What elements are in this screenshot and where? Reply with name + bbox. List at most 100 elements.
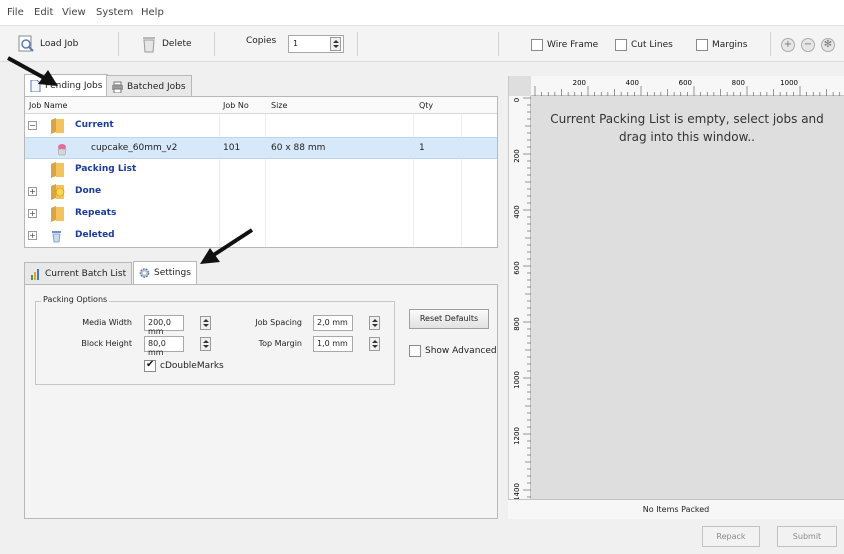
ruler-label: 1000 — [780, 79, 798, 87]
ruler-label: 800 — [513, 317, 521, 330]
table-row[interactable]: Packing List — [25, 159, 497, 181]
tab-batched-jobs[interactable]: Batched Jobs — [106, 75, 192, 97]
vertical-ruler: 0 200 400 600 800 1000 1200 1400 — [509, 96, 531, 519]
tab-label: Settings — [154, 268, 191, 278]
zoom-in-icon[interactable]: + — [781, 38, 795, 52]
group-title: Packing Options — [41, 295, 110, 304]
row-job-name: Packing List — [75, 164, 137, 174]
reset-defaults-button[interactable]: Reset Defaults — [409, 309, 489, 329]
job-spacing-stepper[interactable] — [369, 316, 380, 330]
copies-label: Copies — [246, 36, 277, 46]
top-margin-stepper[interactable] — [369, 337, 380, 351]
double-marks-box[interactable] — [144, 359, 156, 372]
column-header-job-no[interactable]: Job No — [223, 101, 249, 110]
block-height-stepper[interactable] — [200, 337, 211, 351]
toolbar: Load Job Delete Copies 1 Wire Frame Cut … — [0, 26, 844, 62]
packing-options-group: Packing Options Media Width 200,0 mm Blo… — [35, 295, 395, 385]
delete-icon — [143, 37, 155, 53]
row-job-name: cupcake_60mm_v2 — [91, 143, 178, 153]
cut-lines-checkbox[interactable]: Cut Lines — [615, 39, 673, 51]
column-header-size[interactable]: Size — [271, 101, 287, 110]
annotation-arrow-icon — [7, 56, 58, 86]
top-margin-field[interactable]: 1,0 mm — [313, 336, 353, 352]
table-row[interactable]: − Current — [25, 115, 497, 137]
media-width-stepper[interactable] — [200, 316, 211, 330]
block-height-value: 80,0 mm — [148, 339, 166, 357]
zoom-fit-icon[interactable]: ✻ — [821, 38, 835, 52]
repack-button[interactable]: Repack — [702, 526, 760, 547]
toolbar-separator — [770, 32, 771, 56]
empty-packing-message: Current Packing List is empty, select jo… — [550, 112, 824, 144]
show-advanced-checkbox[interactable]: Show Advanced — [409, 345, 497, 357]
smiley-folder-icon — [51, 184, 65, 200]
wire-frame-checkbox[interactable]: Wire Frame — [531, 39, 598, 51]
copies-stepper[interactable] — [330, 37, 341, 51]
folder-icon — [51, 118, 64, 134]
tab-settings[interactable]: Settings — [133, 261, 197, 284]
expand-icon[interactable]: + — [28, 231, 37, 240]
block-height-field[interactable]: 80,0 mm — [144, 336, 184, 357]
wire-frame-label: Wire Frame — [547, 40, 599, 50]
ruler-label: 200 — [573, 79, 586, 87]
collapse-icon[interactable]: − — [28, 121, 37, 130]
ruler-label: 800 — [732, 79, 745, 87]
cut-lines-label: Cut Lines — [631, 40, 673, 50]
menu-edit[interactable]: Edit — [34, 7, 53, 18]
table-row[interactable]: + Deleted — [25, 225, 497, 247]
row-qty: 1 — [419, 143, 425, 153]
load-job-icon — [18, 35, 34, 52]
column-header-qty[interactable]: Qty — [419, 101, 433, 110]
settings-panel: Packing Options Media Width 200,0 mm Blo… — [24, 284, 498, 519]
table-row[interactable]: + Done — [25, 181, 497, 203]
load-job-label: Load Job — [40, 39, 79, 49]
table-header: Job Name Job No Size Qty — [25, 97, 497, 114]
double-marks-checkbox[interactable]: cDoubleMarks — [144, 359, 224, 372]
column-header-job-name[interactable]: Job Name — [29, 101, 67, 110]
menu-view[interactable]: View — [62, 7, 86, 18]
wire-frame-box[interactable] — [531, 39, 543, 51]
row-size: 60 x 88 mm — [271, 143, 326, 153]
row-job-name: Done — [75, 186, 102, 196]
ruler-label: 400 — [513, 205, 521, 218]
expand-icon[interactable]: + — [28, 209, 37, 218]
menu-bar: File Edit View System Help — [0, 0, 844, 26]
show-advanced-label: Show Advanced — [425, 346, 497, 356]
tab-current-batch-list[interactable]: Current Batch List — [24, 262, 133, 284]
margins-label: Margins — [712, 40, 748, 50]
ruler-label: 600 — [513, 261, 521, 274]
double-marks-label: cDoubleMarks — [160, 361, 224, 371]
margins-box[interactable] — [696, 39, 708, 51]
menu-file[interactable]: File — [7, 7, 24, 18]
toolbar-separator — [357, 32, 358, 56]
show-advanced-box[interactable] — [409, 345, 421, 357]
toolbar-separator — [118, 32, 119, 56]
ruler-label: 600 — [679, 79, 692, 87]
media-width-field[interactable]: 200,0 mm — [144, 315, 184, 336]
copies-spinbox[interactable]: 1 — [288, 35, 344, 53]
folder-icon — [51, 162, 64, 178]
folder-icon — [51, 206, 64, 222]
horizontal-ruler-ticks: 200 400 600 800 1000 — [534, 79, 841, 96]
job-spacing-field[interactable]: 2,0 mm — [313, 315, 353, 331]
tab-label: Current Batch List — [45, 268, 127, 279]
toolbar-separator — [214, 32, 215, 56]
menu-system[interactable]: System — [96, 7, 133, 18]
table-row[interactable]: + Repeats — [25, 203, 497, 225]
zoom-out-icon[interactable]: − — [801, 38, 815, 52]
job-spacing-value: 2,0 mm — [317, 318, 348, 327]
row-job-name: Deleted — [75, 230, 115, 240]
toolbar-separator — [498, 32, 499, 56]
annotation-arrow-icon — [200, 228, 254, 264]
menu-help[interactable]: Help — [141, 7, 164, 18]
ruler-label: 200 — [513, 149, 521, 162]
table-row[interactable]: cupcake_60mm_v2 101 60 x 88 mm 1 — [25, 137, 497, 159]
packing-preview[interactable]: 200 400 600 800 1000 0 200 400 600 800 1000 1200 14… — [508, 76, 844, 519]
expand-icon[interactable]: + — [28, 187, 37, 196]
pending-jobs-table: Job Name Job No Size Qty − Current cupca… — [24, 96, 498, 248]
delete-button[interactable]: Delete — [140, 31, 192, 57]
chart-icon — [31, 268, 39, 280]
cut-lines-box[interactable] — [615, 39, 627, 51]
submit-button[interactable]: Submit — [777, 526, 837, 547]
margins-checkbox[interactable]: Margins — [696, 39, 747, 51]
vertical-ruler-ticks: 0200400600800100012001400 — [513, 97, 531, 519]
